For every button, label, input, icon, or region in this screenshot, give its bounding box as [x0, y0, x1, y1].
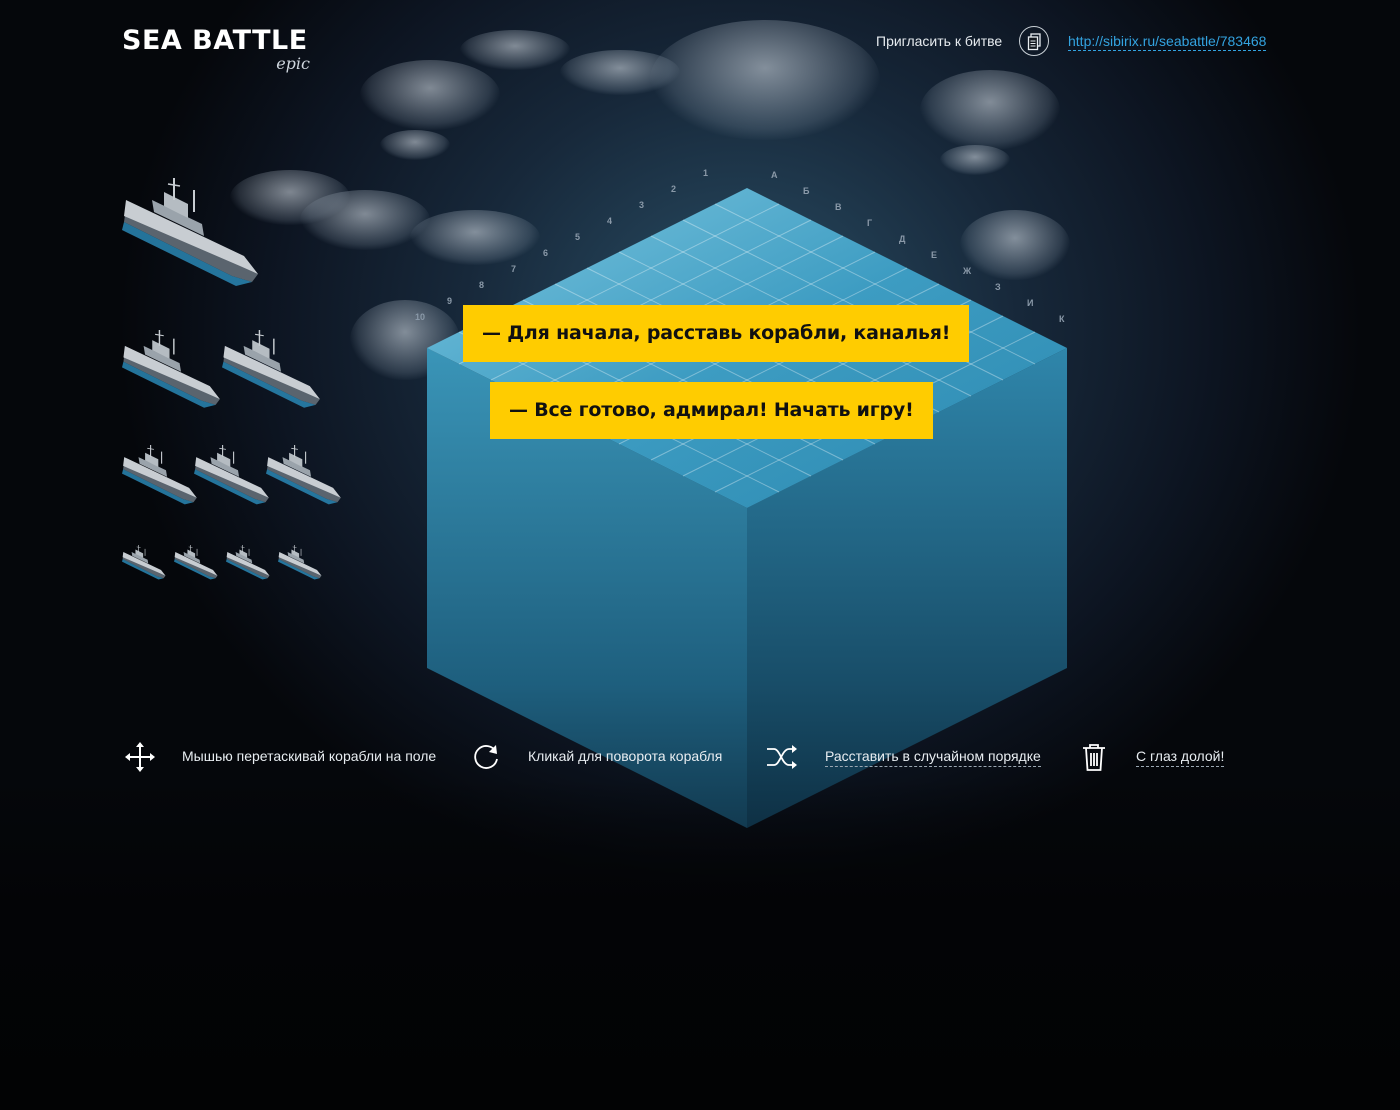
row-label: 8: [479, 280, 484, 290]
row-label: 6: [543, 248, 548, 258]
column-label: Б: [803, 186, 810, 196]
row-label: 7: [511, 264, 516, 274]
drag-hint: Мышью перетаскивай корабли на поле: [182, 748, 437, 764]
row-label: 3: [639, 200, 644, 210]
column-label: Г: [867, 218, 872, 228]
row-label: 5: [575, 232, 580, 242]
shuffle-icon: [767, 745, 797, 769]
row-label: 1: [703, 168, 708, 178]
column-label: А: [771, 170, 778, 180]
place-ships-banner: — Для начала, расставь корабли, каналья!: [463, 305, 970, 362]
row-label: 4: [607, 216, 612, 226]
row-label: 2: [671, 184, 676, 194]
move-icon: [125, 742, 155, 772]
rotate-icon: [474, 745, 498, 769]
column-label: И: [1027, 298, 1033, 308]
column-label: Д: [899, 234, 906, 244]
trash-icon: [1083, 744, 1105, 771]
column-label: К: [1059, 314, 1065, 324]
row-label: 9: [447, 296, 452, 306]
column-label: Ж: [962, 266, 972, 276]
random-place-link[interactable]: Расставить в случайном порядке: [825, 748, 1041, 767]
column-label: Е: [931, 250, 937, 260]
column-label: В: [835, 202, 842, 212]
column-label: З: [995, 282, 1001, 292]
rotate-hint: Кликай для поворота корабля: [528, 748, 723, 764]
clear-link[interactable]: С глаз долой!: [1136, 748, 1225, 767]
row-label: 10: [415, 312, 425, 322]
start-game-button[interactable]: — Все готово, адмирал! Начать игру!: [490, 382, 933, 439]
